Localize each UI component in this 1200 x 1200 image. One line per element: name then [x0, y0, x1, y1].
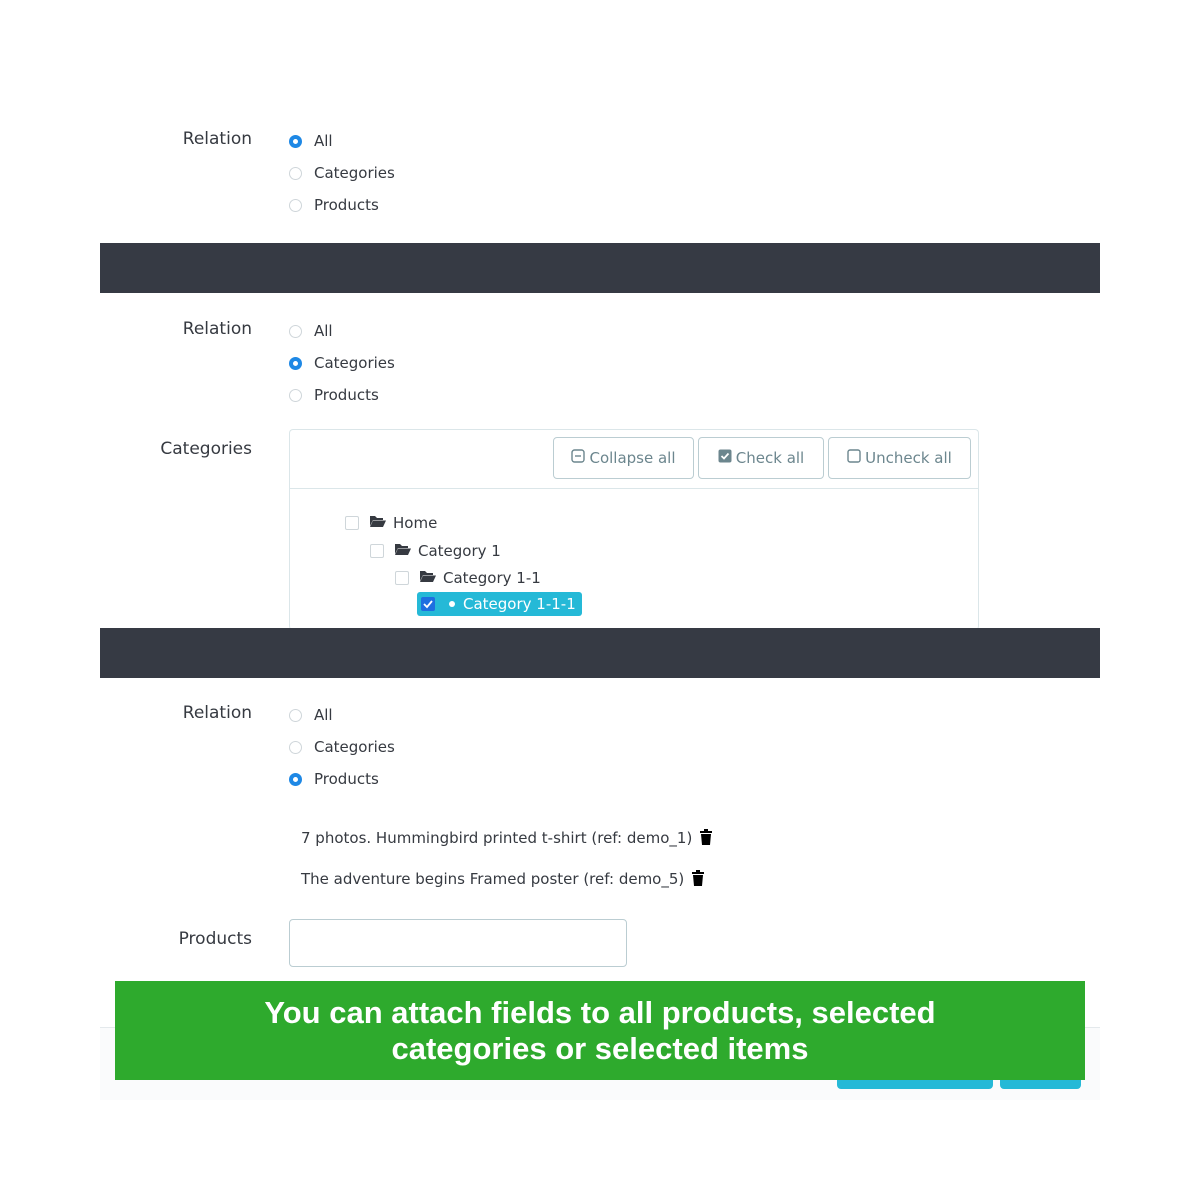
- radio-checked-icon[interactable]: [289, 356, 302, 370]
- collapse-all-label: Collapse all: [589, 449, 676, 467]
- radio-products[interactable]: Products: [289, 193, 379, 217]
- selected-product-item: The adventure begins Framed poster (ref:…: [301, 870, 705, 890]
- relation-label: Relation: [182, 703, 252, 723]
- tree-node-label: Home: [393, 514, 438, 532]
- tree-node-home[interactable]: Home: [345, 512, 437, 534]
- folder-open-icon: [419, 569, 437, 587]
- check-all-button[interactable]: Check all: [698, 437, 824, 479]
- trash-icon[interactable]: [692, 870, 705, 890]
- collapse-all-button[interactable]: Collapse all: [553, 437, 694, 479]
- radio-all[interactable]: All: [289, 703, 333, 727]
- folder-open-icon: [394, 542, 412, 560]
- selected-product-item: 7 photos. Hummingbird printed t-shirt (r…: [301, 829, 713, 849]
- radio-label: All: [314, 322, 333, 340]
- trash-icon[interactable]: [700, 829, 713, 849]
- check-all-label: Check all: [735, 449, 805, 467]
- checkbox-empty-icon: [847, 449, 861, 467]
- tree-toolbar: Collapse all Check all Uncheck all: [290, 430, 978, 489]
- radio-label: Products: [314, 770, 379, 788]
- radio-unchecked-icon[interactable]: [289, 740, 302, 754]
- tree-node-category-1-1[interactable]: Category 1-1: [395, 567, 541, 589]
- selected-product-label: 7 photos. Hummingbird printed t-shirt (r…: [301, 829, 693, 847]
- uncheck-all-label: Uncheck all: [865, 449, 952, 467]
- leaf-bullet-icon: [449, 601, 455, 607]
- selected-product-label: The adventure begins Framed poster (ref:…: [301, 870, 685, 888]
- section-divider: [100, 628, 1100, 678]
- section-divider: [100, 243, 1100, 293]
- radio-label: Products: [314, 386, 379, 404]
- radio-label: All: [314, 706, 333, 724]
- tree-checkbox[interactable]: [345, 516, 359, 530]
- folder-open-icon: [369, 514, 387, 532]
- radio-checked-icon[interactable]: [289, 772, 302, 786]
- radio-unchecked-icon[interactable]: [289, 708, 302, 722]
- radio-categories[interactable]: Categories: [289, 161, 395, 185]
- uncheck-all-button[interactable]: Uncheck all: [828, 437, 971, 479]
- radio-categories[interactable]: Categories: [289, 735, 395, 759]
- tree-node-label: Category 1-1-1: [463, 595, 576, 613]
- radio-unchecked-icon[interactable]: [289, 388, 302, 402]
- radio-checked-icon[interactable]: [289, 134, 302, 148]
- radio-label: Products: [314, 196, 379, 214]
- radio-label: Categories: [314, 738, 395, 756]
- products-label: Products: [178, 929, 252, 949]
- radio-categories[interactable]: Categories: [289, 351, 395, 375]
- tree-checkbox[interactable]: [395, 571, 409, 585]
- radio-label: Categories: [314, 164, 395, 182]
- radio-unchecked-icon[interactable]: [289, 166, 302, 180]
- checkbox-checked-icon: [718, 449, 732, 467]
- relation-label: Relation: [182, 129, 252, 149]
- banner-text: You can attach fields to all products, s…: [264, 994, 936, 1066]
- tree-node-category-1[interactable]: Category 1: [370, 540, 501, 562]
- collapse-icon: [571, 449, 586, 467]
- promo-banner: You can attach fields to all products, s…: [115, 981, 1085, 1080]
- radio-unchecked-icon[interactable]: [289, 198, 302, 212]
- tree-node-label: Category 1-1: [443, 569, 541, 587]
- relation-label: Relation: [182, 319, 252, 339]
- radio-products[interactable]: Products: [289, 383, 379, 407]
- radio-products[interactable]: Products: [289, 767, 379, 791]
- tree-checkbox[interactable]: [370, 544, 384, 558]
- tree-node-category-1-1-1[interactable]: Category 1-1-1: [417, 592, 582, 616]
- products-search-input[interactable]: [289, 919, 627, 967]
- tree-node-label: Category 1: [418, 542, 501, 560]
- radio-all[interactable]: All: [289, 319, 333, 343]
- radio-all[interactable]: All: [289, 129, 333, 153]
- categories-label: Categories: [160, 439, 252, 459]
- radio-label: All: [314, 132, 333, 150]
- tree-checkbox-checked[interactable]: [421, 597, 435, 611]
- radio-label: Categories: [314, 354, 395, 372]
- radio-unchecked-icon[interactable]: [289, 324, 302, 338]
